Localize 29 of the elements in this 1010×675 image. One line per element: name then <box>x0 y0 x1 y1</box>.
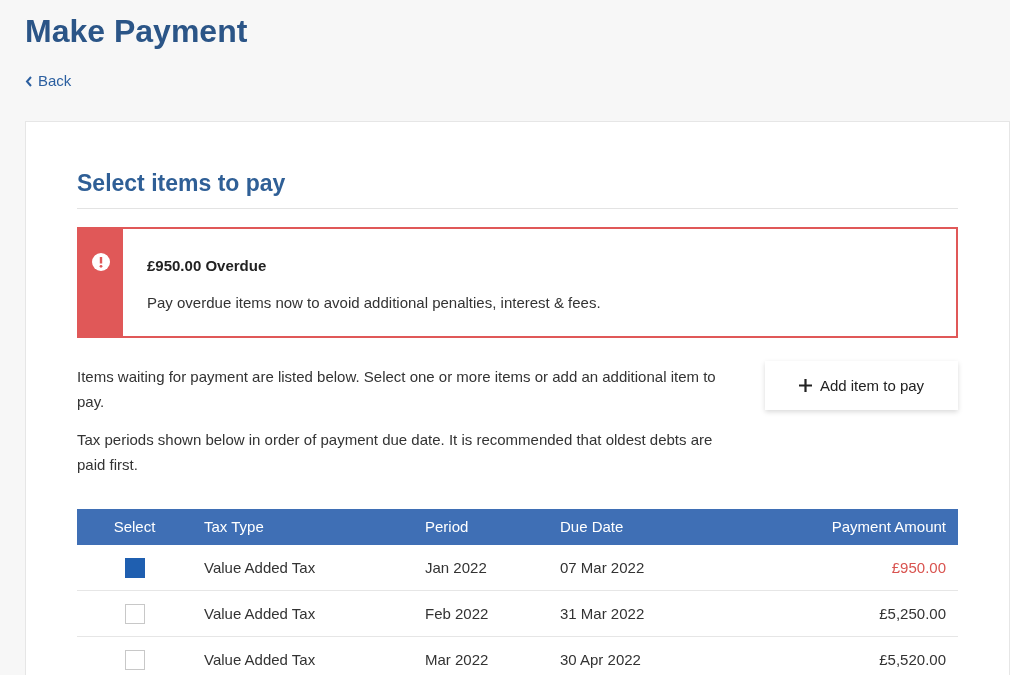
column-header: Period <box>424 517 470 537</box>
table-cell-text: Jan 2022 <box>424 557 488 578</box>
back-link[interactable]: Back <box>25 70 72 93</box>
page-title: Make Payment <box>25 12 249 50</box>
add-item-button[interactable]: Add item to pay <box>765 361 958 411</box>
chevron-left-icon <box>25 75 33 87</box>
row-checkbox[interactable] <box>124 557 145 578</box>
column-header: Tax Type <box>203 517 265 537</box>
section-heading: Select items to pay <box>77 165 958 210</box>
plus-icon <box>798 379 812 393</box>
alert-title: £950.00 Overdue <box>147 256 268 277</box>
table-cell-text: £5,520.00 <box>878 649 947 670</box>
table-cell-text: Value Added Tax <box>203 649 317 670</box>
table-cell-text: Value Added Tax <box>203 557 317 578</box>
column-header: Payment Amount <box>830 517 947 537</box>
order-note: Tax periods shown below in order of payment due date. It is recommended that oldest debts are paid first. <box>77 430 714 476</box>
exclamation-icon <box>92 253 110 272</box>
alert-message: Pay overdue items now to avoid additional penalties, interest & fees. <box>147 292 601 313</box>
table-cell-text: £950.00 <box>890 557 947 578</box>
column-header: Select <box>112 517 157 537</box>
table-cell-text: Value Added Tax <box>203 603 317 624</box>
table-cell-text: £5,250.00 <box>878 603 947 624</box>
table-cell-text: 31 Mar 2022 <box>559 603 646 624</box>
table-cell-text: Mar 2022 <box>424 649 490 670</box>
table-cell-text: 30 Apr 2022 <box>559 649 642 670</box>
intro-text: Items waiting for payment are listed below. Select one or more items or add an additional item to pay. <box>77 367 717 413</box>
column-header: Due Date <box>559 517 625 537</box>
table-cell-text: Feb 2022 <box>424 603 490 624</box>
table-cell-text: 07 Mar 2022 <box>559 557 646 578</box>
